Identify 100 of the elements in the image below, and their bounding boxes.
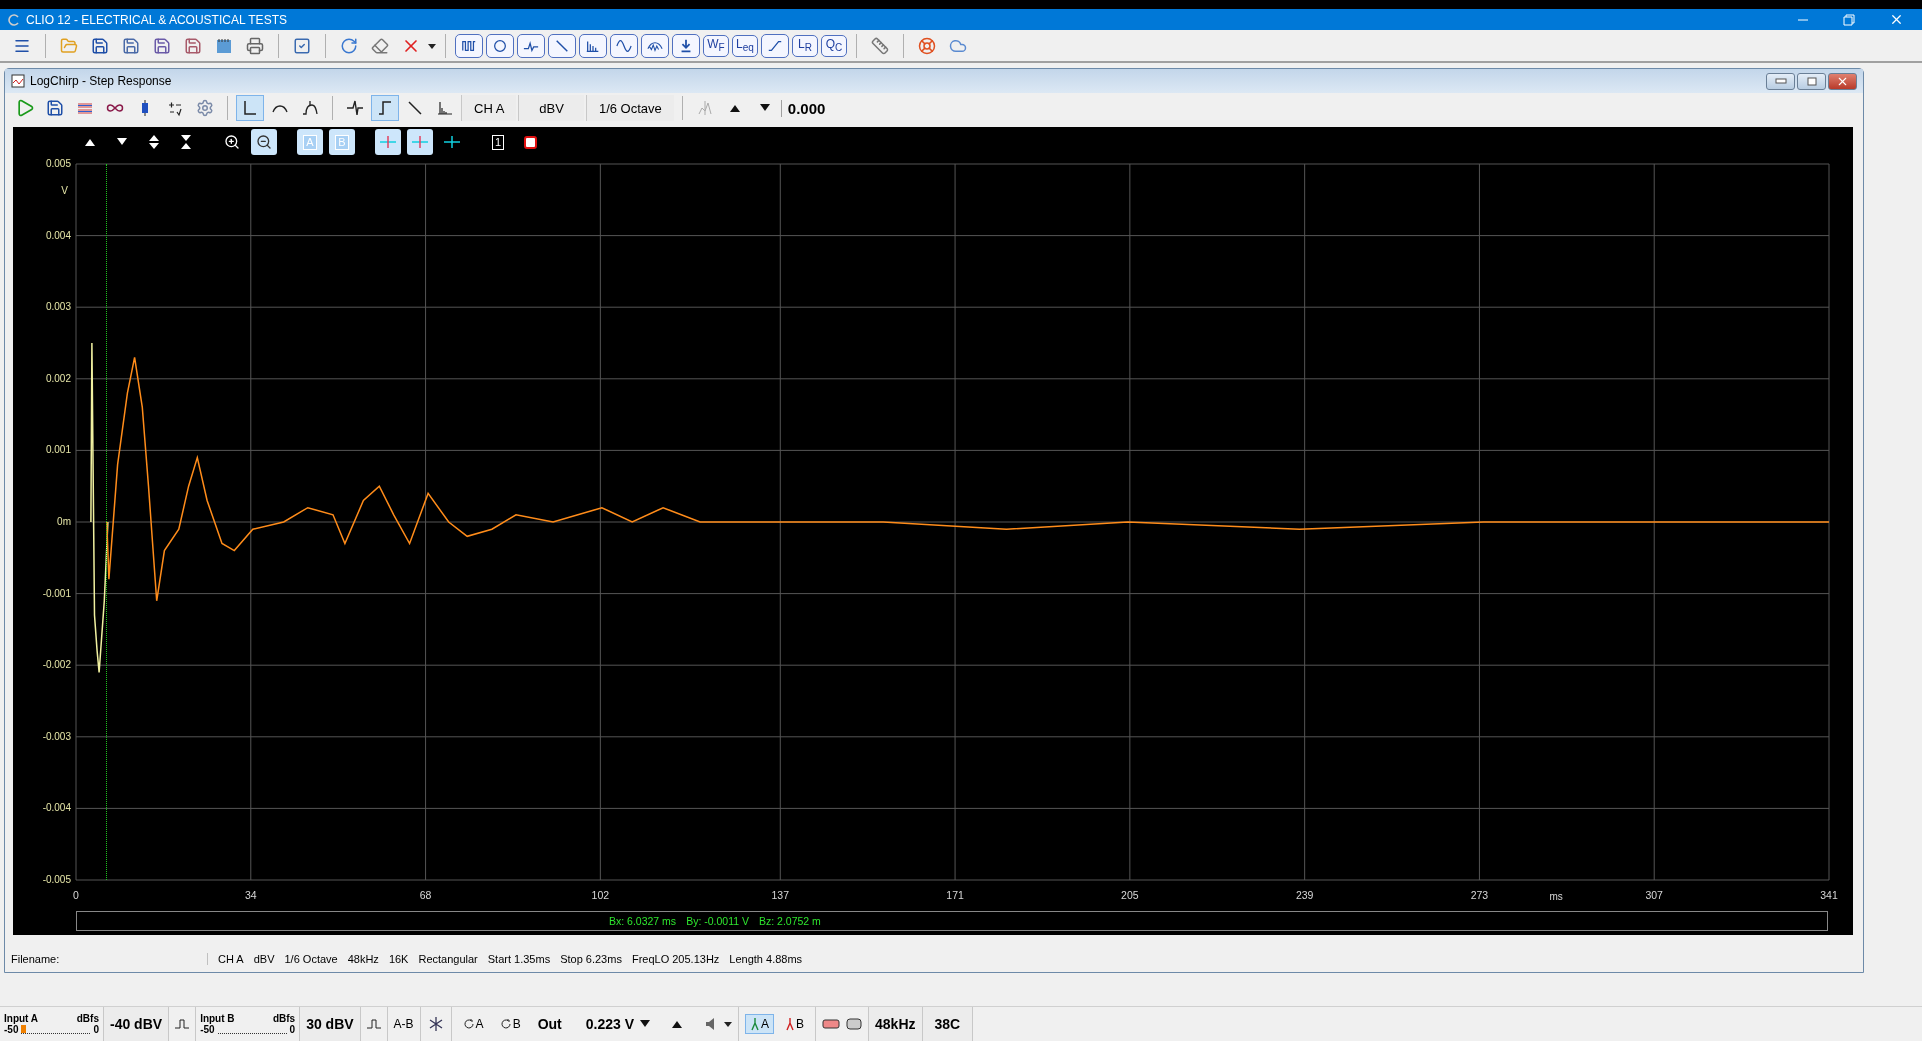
down-triangle-icon [117, 138, 127, 146]
cursor-icon [380, 136, 396, 148]
down-triangle-icon [640, 1020, 650, 1028]
zoom-out-button[interactable] [251, 129, 277, 155]
panel-button[interactable]: 1 [485, 129, 511, 155]
y-tick-label: -0.002 [42, 659, 71, 671]
histogram-icon [436, 99, 454, 117]
y-tick-label: -0.005 [42, 874, 71, 885]
input-label: Input B [200, 1013, 235, 1024]
bars-button[interactable] [579, 33, 607, 58]
circle-button[interactable] [486, 33, 514, 58]
value-readout: 0.000 [780, 99, 826, 117]
x-tick-label: 273 [1470, 889, 1489, 901]
unit-button[interactable]: dBV [518, 95, 584, 121]
slope-button[interactable] [548, 33, 576, 58]
up-triangle-icon [85, 138, 95, 146]
x-tick-label: 34 [244, 889, 257, 901]
y-axis-label: V [61, 185, 68, 196]
cursor-line[interactable] [106, 164, 107, 880]
filename-label: Filename: [11, 953, 208, 965]
checkbox-icon [293, 36, 311, 55]
output-label: Out [537, 1016, 562, 1032]
sine-icon [616, 37, 632, 54]
pulse-button[interactable] [455, 33, 483, 58]
expand-icon [149, 135, 159, 149]
eraser-icon [371, 36, 389, 55]
axis-view-button[interactable] [236, 95, 264, 121]
printer-icon [246, 36, 264, 55]
probe-button[interactable]: B [780, 1014, 810, 1034]
step-button[interactable] [371, 95, 399, 121]
measurement-button[interactable]: L$_{R}$ [792, 34, 818, 57]
minimize-button[interactable] [1766, 72, 1795, 90]
close-button[interactable] [1828, 72, 1857, 90]
x-tick-label: 307 [1645, 889, 1663, 901]
scale-label: 0 [93, 1024, 99, 1035]
temperature: 38C [934, 1016, 961, 1032]
up-triangle-icon [729, 104, 740, 112]
probe-button[interactable]: A [745, 1014, 775, 1034]
cursor-readout: Bz: 2.0752 m [758, 915, 821, 927]
x-tick-label: 341 [1820, 889, 1838, 901]
measurement-button[interactable]: W$_{F}$ [703, 34, 729, 57]
measurement-button[interactable]: Q$_{C}$ [821, 34, 847, 57]
x-tick-label: 68 [419, 889, 432, 901]
app-icon [8, 13, 20, 26]
ramp-button[interactable] [761, 33, 789, 58]
caret-icon [428, 41, 436, 50]
scale-label: -50 [4, 1024, 19, 1035]
loop-button[interactable]: A [457, 1014, 489, 1034]
difference-button[interactable]: A-B [393, 1017, 414, 1031]
floppy-icon [184, 36, 202, 55]
wave-button[interactable] [641, 33, 669, 58]
status-item: CH A [218, 953, 244, 965]
status-item: Length 4.88ms [729, 953, 803, 965]
zoom-in-icon [224, 134, 240, 150]
measurement-button[interactable]: L$_{eq}$ [732, 34, 758, 57]
cursor-readout: Bx: 6.0327 ms [609, 915, 677, 927]
step-icon [376, 99, 394, 117]
status-item: FreqLO 205.13Hz [631, 953, 720, 965]
decay-icon [406, 99, 424, 117]
x-tick-label: 239 [1295, 889, 1314, 901]
floppy-icon [153, 36, 171, 55]
up-triangle-icon [672, 1020, 682, 1028]
collapse-icon [181, 135, 191, 149]
x-tick-label: 171 [946, 889, 964, 901]
loop-icon [499, 1018, 512, 1030]
output-voltage[interactable]: 0.223 V [585, 1016, 634, 1032]
y-tick-label: -0.001 [42, 587, 71, 599]
maximize-icon [1806, 76, 1817, 86]
folder-icon [60, 36, 78, 55]
maximize-button[interactable] [1797, 72, 1826, 90]
loop-button[interactable]: B [494, 1014, 526, 1034]
channel-button[interactable]: CH A [461, 95, 517, 121]
cursor-icon [444, 136, 460, 148]
input-label: Input A [4, 1013, 39, 1024]
window-title: LogChirp - Step Response [30, 74, 172, 88]
status-item: Rectangular [418, 953, 478, 965]
y-tick-label: 0.004 [45, 229, 71, 241]
status-item: Start 1.35ms [487, 953, 551, 965]
save-icon [91, 36, 109, 55]
axis-icon [241, 99, 259, 117]
sine-button[interactable] [610, 33, 638, 58]
impulse-icon [346, 99, 364, 117]
y-tick-label: 0.003 [45, 301, 71, 313]
x-tick-label: 0 [73, 889, 79, 901]
restore-icon [1843, 13, 1855, 26]
x-tick-label: 205 [1121, 889, 1139, 901]
smoothing-button[interactable]: 1/6 Octave [585, 95, 674, 121]
settings-icon [196, 99, 214, 117]
status-item: 1/6 Octave [284, 953, 338, 965]
pulse-icon [175, 1018, 190, 1030]
status-item: 16K [388, 953, 409, 965]
waveform-button[interactable] [517, 33, 545, 58]
y-tick-label: -0.003 [42, 730, 71, 742]
loop-icon [462, 1018, 475, 1030]
y-tick-label: 0m [57, 516, 71, 527]
meter-unit: dBfs [272, 1013, 296, 1024]
probe-icon [785, 1017, 796, 1031]
play-icon [15, 98, 35, 118]
slope-icon [554, 37, 570, 54]
lifebuoy-icon [918, 36, 936, 55]
